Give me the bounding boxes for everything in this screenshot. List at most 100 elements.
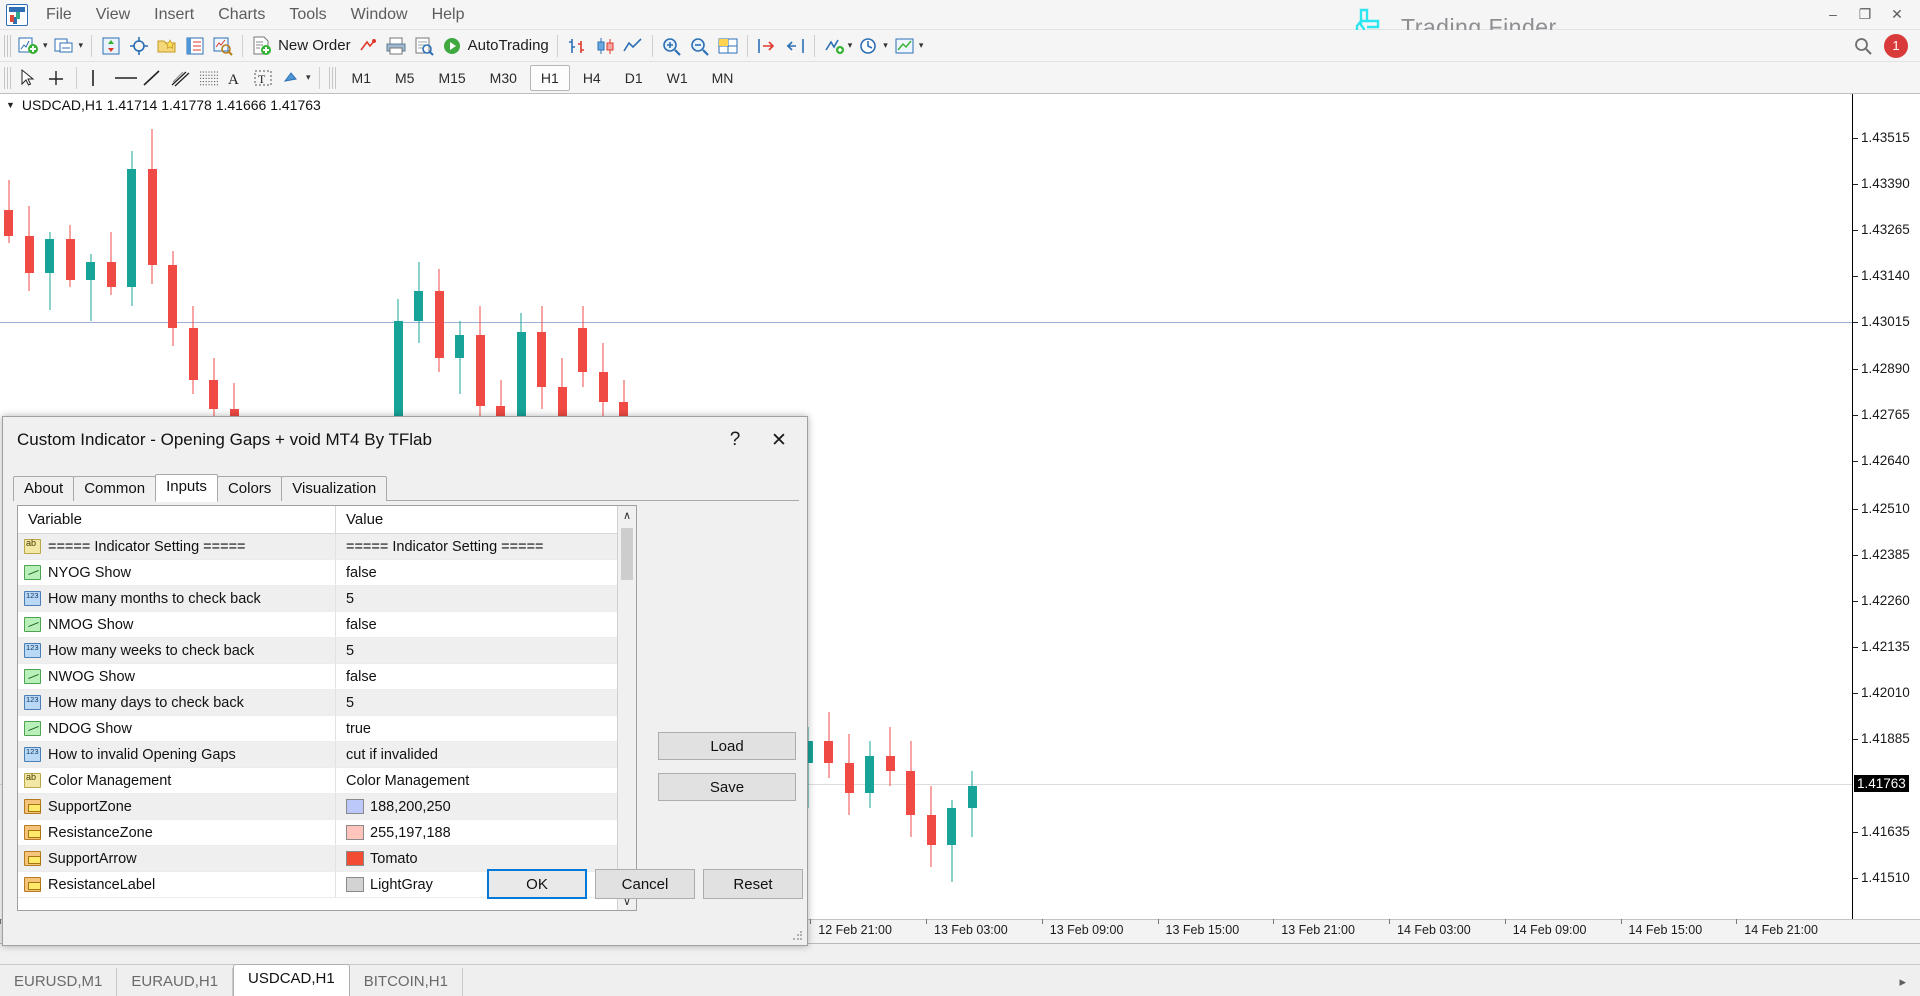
ok-button[interactable]: OK <box>487 869 587 899</box>
close-button[interactable]: ✕ <box>1882 2 1912 26</box>
zoom-in-button[interactable] <box>658 33 686 59</box>
table-row[interactable]: How many days to check back5 <box>18 690 636 716</box>
minimize-button[interactable]: – <box>1818 2 1848 26</box>
dialog-tab-visualization[interactable]: Visualization <box>281 476 387 501</box>
cancel-button[interactable]: Cancel <box>595 869 695 899</box>
dialog-close-button[interactable]: ✕ <box>757 422 801 458</box>
menu-item-charts[interactable]: Charts <box>206 2 277 28</box>
notification-badge[interactable]: 1 <box>1884 34 1908 58</box>
crosshair-button[interactable] <box>125 33 153 59</box>
help-button[interactable]: ? <box>713 422 757 458</box>
save-button[interactable]: Save <box>658 773 796 801</box>
menu-item-help[interactable]: Help <box>420 2 477 28</box>
symbol-tab-eurusd-m1[interactable]: EURUSD,M1 <box>0 968 117 996</box>
templates-button[interactable] <box>153 33 181 59</box>
grid-cell-value[interactable]: Color Management <box>335 768 636 793</box>
table-row[interactable]: How to invalid Opening Gapscut if invali… <box>18 742 636 768</box>
indicators-button[interactable] <box>97 33 125 59</box>
tile-windows-button[interactable] <box>714 33 742 59</box>
grid-cell-value[interactable]: false <box>335 612 636 637</box>
color-swatch[interactable] <box>346 877 364 892</box>
dialog-tab-common[interactable]: Common <box>73 476 156 501</box>
color-swatch[interactable] <box>346 799 364 814</box>
chevron-down-icon[interactable]: ▾ <box>919 40 924 51</box>
menu-item-insert[interactable]: Insert <box>142 2 206 28</box>
timeframe-m1[interactable]: M1 <box>341 65 382 91</box>
table-row[interactable]: ===== Indicator Setting ========== Indic… <box>18 534 636 560</box>
table-row[interactable]: Color ManagementColor Management <box>18 768 636 794</box>
timeframe-w1[interactable]: W1 <box>656 65 699 91</box>
timeframe-m15[interactable]: M15 <box>427 65 476 91</box>
timeframe-d1[interactable]: D1 <box>614 65 654 91</box>
new-chart-button[interactable]: ▾ <box>15 33 51 59</box>
text-label-button[interactable]: T <box>250 65 278 91</box>
timeframe-m5[interactable]: M5 <box>384 65 425 91</box>
grid-scrollbar[interactable]: ∧ ∨ <box>617 506 636 910</box>
expert-advisors-button[interactable] <box>354 33 382 59</box>
inputs-grid[interactable]: Variable Value ===== Indicator Setting =… <box>17 505 637 911</box>
timeframe-m30[interactable]: M30 <box>479 65 528 91</box>
text-button[interactable]: A <box>222 65 250 91</box>
color-swatch[interactable] <box>346 851 364 866</box>
period-button[interactable]: ▾ <box>855 33 891 59</box>
grid-cell-value[interactable]: ===== Indicator Setting ===== <box>335 534 636 559</box>
table-row[interactable]: NDOG Showtrue <box>18 716 636 742</box>
market-watch-button[interactable] <box>181 33 209 59</box>
dialog-title-bar[interactable]: Custom Indicator - Opening Gaps + void M… <box>3 417 807 463</box>
table-row[interactable]: NYOG Showfalse <box>18 560 636 586</box>
symbol-tab-bitcoin-h1[interactable]: BITCOIN,H1 <box>350 968 463 996</box>
price-axis[interactable]: 1.435151.433901.432651.431401.430151.428… <box>1852 94 1920 920</box>
table-row[interactable]: SupportZone188,200,250 <box>18 794 636 820</box>
scroll-up-arrow[interactable]: ∧ <box>618 506 636 524</box>
custom-indicator-dialog[interactable]: Custom Indicator - Opening Gaps + void M… <box>2 416 808 946</box>
shapes-button[interactable]: ▾ <box>278 65 314 91</box>
grid-cell-value[interactable]: Tomato <box>335 846 636 871</box>
color-swatch[interactable] <box>346 825 364 840</box>
symbol-tab-usdcad-h1[interactable]: USDCAD,H1 <box>233 964 350 996</box>
timeframe-grip[interactable] <box>329 67 336 89</box>
chart-shift-button[interactable] <box>781 33 809 59</box>
grid-cell-value[interactable]: false <box>335 664 636 689</box>
search-button[interactable] <box>1850 33 1878 59</box>
vertical-line-button[interactable] <box>82 65 110 91</box>
dialog-resize-handle[interactable] <box>792 930 804 942</box>
table-row[interactable]: How many months to check back5 <box>18 586 636 612</box>
grid-cell-value[interactable]: 188,200,250 <box>335 794 636 819</box>
scrollbar-thumb[interactable] <box>621 528 633 580</box>
profiles-button[interactable]: ▾ <box>51 33 87 59</box>
indicator-list-button[interactable]: ▾ <box>820 33 856 59</box>
print-button[interactable] <box>382 33 410 59</box>
templates-dropdown-button[interactable]: ▾ <box>891 33 927 59</box>
timeframe-h4[interactable]: H4 <box>572 65 612 91</box>
auto-scroll-button[interactable] <box>753 33 781 59</box>
fibonacci-button[interactable] <box>194 65 222 91</box>
candlestick-chart-button[interactable] <box>591 33 619 59</box>
timeframe-h1[interactable]: H1 <box>530 65 570 91</box>
chevron-down-icon[interactable]: ▾ <box>883 40 888 51</box>
symbol-tab-euraud-h1[interactable]: EURAUD,H1 <box>117 968 233 996</box>
menu-item-tools[interactable]: Tools <box>277 2 338 28</box>
chart-collapse-icon[interactable]: ▼ <box>6 100 15 110</box>
maximize-button[interactable]: ❐ <box>1850 2 1880 26</box>
grid-cell-value[interactable]: false <box>335 560 636 585</box>
zoom-out-button[interactable] <box>686 33 714 59</box>
data-window-button[interactable] <box>209 33 237 59</box>
table-row[interactable]: NMOG Showfalse <box>18 612 636 638</box>
tab-overflow-arrow[interactable]: ▸ <box>1885 968 1920 996</box>
cursor-tool-button[interactable] <box>15 65 43 91</box>
toolbar-grip[interactable] <box>4 67 11 89</box>
timeframe-mn[interactable]: MN <box>701 65 745 91</box>
chevron-down-icon[interactable]: ▾ <box>43 40 48 51</box>
dialog-tab-about[interactable]: About <box>13 476 74 501</box>
horizontal-line-button[interactable] <box>110 65 138 91</box>
chevron-down-icon[interactable]: ▾ <box>848 40 853 51</box>
load-button[interactable]: Load <box>658 732 796 760</box>
dialog-tab-inputs[interactable]: Inputs <box>155 474 218 502</box>
table-row[interactable]: ResistanceZone255,197,188 <box>18 820 636 846</box>
grid-cell-value[interactable]: LightGray <box>335 872 636 897</box>
crosshair-tool-button[interactable] <box>43 65 71 91</box>
grid-cell-value[interactable]: 5 <box>335 690 636 715</box>
grid-cell-value[interactable]: true <box>335 716 636 741</box>
grid-cell-value[interactable]: 5 <box>335 586 636 611</box>
grid-cell-value[interactable]: 255,197,188 <box>335 820 636 845</box>
